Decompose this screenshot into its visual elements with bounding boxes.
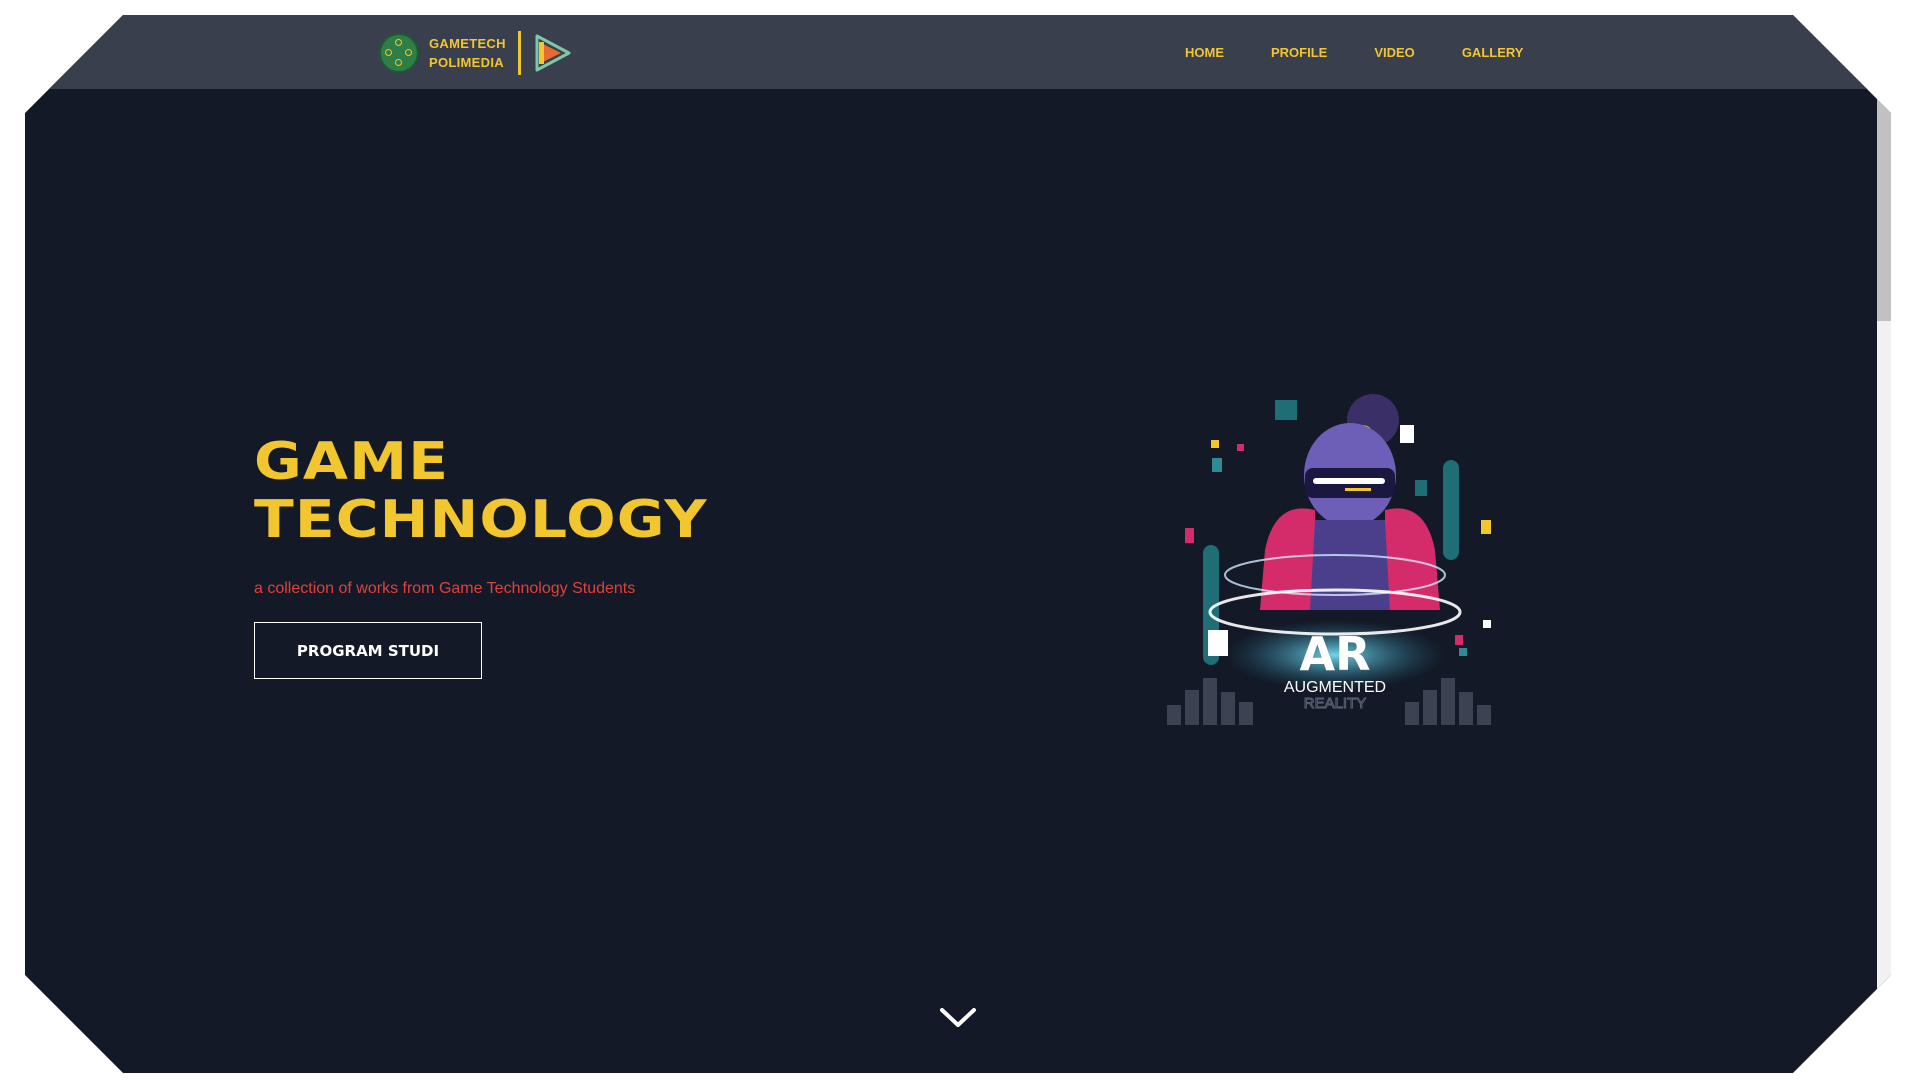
ar-label-line2: REALITY bbox=[1304, 695, 1367, 712]
hero-title: GAME TECHNOLOGY bbox=[254, 433, 708, 549]
program-studi-button[interactable]: PROGRAM STUDI bbox=[254, 622, 482, 679]
navbar: GAMETECH POLIMEDIA HOME PROFILE VIDEO GA… bbox=[25, 15, 1891, 89]
logo-divider bbox=[517, 31, 521, 75]
hero-title-line1: GAME bbox=[254, 432, 450, 492]
site-logo[interactable]: GAMETECH POLIMEDIA bbox=[379, 28, 573, 78]
gamepad-badge-icon bbox=[379, 33, 419, 73]
logo-line2: POLIMEDIA bbox=[429, 55, 504, 70]
ar-illustration: AR AUGMENTED REALITY bbox=[1167, 394, 1491, 725]
page-frame: GAMETECH POLIMEDIA HOME PROFILE VIDEO GA… bbox=[25, 15, 1891, 1073]
logo-text: GAMETECH POLIMEDIA bbox=[429, 34, 506, 72]
nav-video[interactable]: VIDEO bbox=[1374, 45, 1414, 60]
ar-label-big: AR bbox=[1299, 627, 1370, 681]
hero-title-line2: TECHNOLOGY bbox=[254, 490, 708, 550]
nav-profile[interactable]: PROFILE bbox=[1271, 45, 1327, 60]
ar-label-line1: AUGMENTED bbox=[1284, 679, 1386, 696]
chevron-down-icon[interactable] bbox=[938, 1005, 978, 1031]
scrollbar-thumb[interactable] bbox=[1877, 89, 1891, 321]
hero-subtitle: a collection of works from Game Technolo… bbox=[254, 580, 636, 597]
play-icon bbox=[535, 34, 571, 72]
main-nav: HOME PROFILE VIDEO GALLERY bbox=[1185, 15, 1570, 89]
nav-home[interactable]: HOME bbox=[1185, 45, 1224, 60]
logo-line1: GAMETECH bbox=[429, 36, 506, 51]
nav-gallery[interactable]: GALLERY bbox=[1462, 45, 1524, 60]
